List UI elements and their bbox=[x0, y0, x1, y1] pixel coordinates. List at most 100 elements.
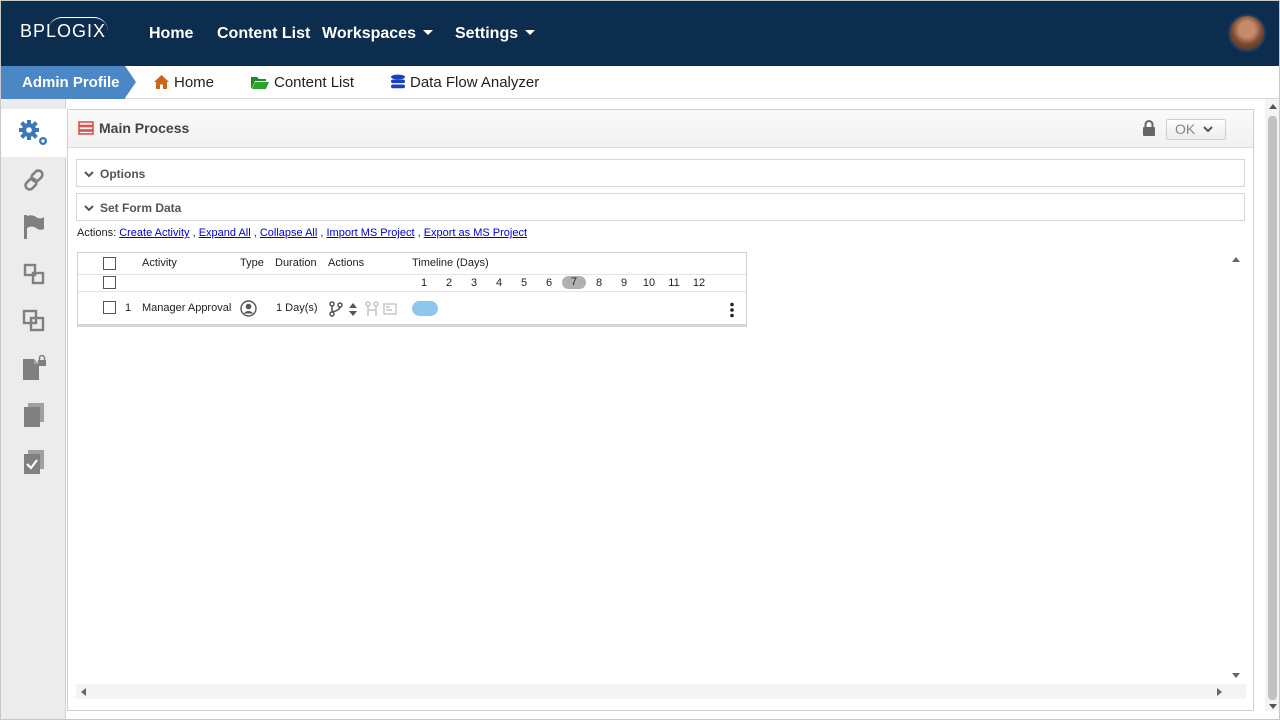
timeline-day: 6 bbox=[545, 277, 553, 289]
timeline-bar[interactable] bbox=[412, 301, 438, 316]
expand-all-link[interactable]: Expand All bbox=[199, 227, 251, 239]
import-ms-project-link[interactable]: Import MS Project bbox=[327, 227, 415, 239]
breadcrumb-home[interactable]: Home bbox=[153, 66, 214, 99]
bp-logix-logo[interactable]: BPLOGIX bbox=[20, 17, 108, 42]
header-timeline: Timeline (Days) bbox=[412, 257, 489, 269]
user-avatar[interactable] bbox=[1228, 14, 1266, 52]
lock-icon bbox=[1143, 120, 1155, 136]
timeline-day: 5 bbox=[520, 277, 528, 289]
header-duration: Duration bbox=[275, 257, 317, 269]
flag-icon bbox=[23, 215, 44, 239]
form-card-icon[interactable] bbox=[383, 303, 397, 315]
app-window: BPLOGIX Home Content List Workspaces Set… bbox=[0, 0, 1280, 720]
header-activity: Activity bbox=[142, 257, 177, 269]
chevron-down-icon bbox=[84, 171, 94, 178]
scroll-left-arrow-icon[interactable] bbox=[80, 687, 87, 697]
timeline-day: 1 bbox=[420, 277, 428, 289]
activity-duration: 1 Day(s) bbox=[276, 302, 318, 314]
page-scroll-down-icon[interactable] bbox=[1268, 703, 1278, 710]
create-activity-link[interactable]: Create Activity bbox=[119, 227, 189, 239]
row-number: 1 bbox=[125, 302, 132, 314]
checked-document-icon bbox=[23, 450, 44, 474]
nav-content-list[interactable]: Content List bbox=[217, 25, 310, 43]
move-up-down-icon[interactable] bbox=[348, 302, 358, 317]
options-section[interactable]: Options bbox=[76, 159, 1245, 187]
timeline-day: 11 bbox=[668, 277, 680, 289]
copy-squares-icon bbox=[22, 309, 44, 332]
folder-open-icon bbox=[251, 77, 269, 89]
documents-icon bbox=[23, 403, 44, 427]
timeline-day: 7 bbox=[562, 276, 586, 289]
panel-header: Main Process OK bbox=[68, 110, 1253, 148]
breadcrumb-admin-profile-label: Admin Profile bbox=[22, 74, 120, 91]
home-icon bbox=[154, 75, 169, 89]
timeline-day: 8 bbox=[595, 277, 603, 289]
breadcrumb-content-list-label: Content List bbox=[274, 74, 355, 91]
branch-icon[interactable] bbox=[329, 301, 343, 317]
scroll-right-arrow-icon[interactable] bbox=[1216, 687, 1223, 697]
locked-document-icon bbox=[22, 355, 46, 380]
main-process-panel: Main Process OK Options Set Form Data Ac… bbox=[67, 109, 1254, 711]
page-vertical-scrollbar[interactable] bbox=[1265, 99, 1279, 711]
timeline-row-checkbox[interactable] bbox=[103, 276, 116, 289]
steps-icon bbox=[23, 263, 44, 285]
breadcrumb-admin-profile[interactable]: Admin Profile bbox=[1, 66, 136, 99]
connector-icon[interactable] bbox=[365, 301, 379, 317]
breadcrumb-home-label: Home bbox=[174, 74, 215, 91]
activity-grid: Activity Type Duration Actions Timeline … bbox=[77, 252, 747, 327]
sidebar-item-steps[interactable] bbox=[1, 250, 66, 298]
timeline-divider bbox=[78, 291, 746, 292]
caret-down-icon bbox=[422, 30, 433, 35]
sidebar-item-approvals[interactable] bbox=[1, 438, 66, 486]
panel-title: Main Process bbox=[99, 120, 190, 136]
sidebar-item-copies[interactable] bbox=[1, 297, 66, 345]
actions-line: Actions: Create Activity , Expand All , … bbox=[77, 227, 528, 239]
sidebar-item-documents[interactable] bbox=[1, 391, 66, 439]
set-form-data-section-label: Set Form Data bbox=[100, 201, 182, 215]
set-form-data-section[interactable]: Set Form Data bbox=[76, 193, 1245, 221]
chevron-down-icon bbox=[84, 205, 94, 212]
nav-workspaces[interactable]: Workspaces bbox=[322, 25, 433, 43]
nav-workspaces-label: Workspaces bbox=[322, 25, 416, 42]
chevron-down-icon bbox=[1203, 126, 1213, 133]
breadcrumb-data-flow-analyzer-label: Data Flow Analyzer bbox=[410, 74, 540, 91]
link-icon bbox=[23, 169, 44, 191]
row-checkbox[interactable] bbox=[103, 301, 116, 314]
header-actions: Actions bbox=[328, 257, 365, 269]
timeline-day: 9 bbox=[620, 277, 628, 289]
sidebar-item-links[interactable] bbox=[1, 156, 66, 204]
nav-content-list-label: Content List bbox=[217, 25, 311, 42]
scroll-down-arrow-icon[interactable] bbox=[1231, 672, 1241, 679]
ok-button[interactable]: OK bbox=[1166, 119, 1226, 140]
user-task-icon bbox=[240, 300, 257, 317]
sidebar-item-flags[interactable] bbox=[1, 203, 66, 251]
page-scroll-up-icon[interactable] bbox=[1268, 103, 1278, 110]
page-scroll-thumb[interactable] bbox=[1268, 116, 1277, 700]
export-ms-project-link[interactable]: Export as MS Project bbox=[424, 227, 527, 239]
header-type: Type bbox=[240, 257, 264, 269]
caret-down-icon bbox=[525, 30, 536, 35]
nav-home[interactable]: Home bbox=[149, 25, 193, 43]
options-section-label: Options bbox=[100, 167, 146, 181]
more-vertical-icon[interactable] bbox=[729, 302, 735, 318]
ok-button-label: OK bbox=[1175, 121, 1196, 137]
nav-home-label: Home bbox=[149, 25, 194, 42]
horizontal-scrollbar[interactable] bbox=[76, 684, 1246, 699]
timeline-day: 10 bbox=[642, 277, 656, 289]
scroll-up-arrow-icon[interactable] bbox=[1231, 256, 1241, 263]
activity-name[interactable]: Manager Approval bbox=[142, 302, 231, 314]
collapse-all-link[interactable]: Collapse All bbox=[260, 227, 317, 239]
breadcrumb-content-list[interactable]: Content List bbox=[250, 66, 354, 99]
database-icon bbox=[391, 74, 405, 89]
nav-settings-label: Settings bbox=[455, 25, 519, 42]
nav-settings[interactable]: Settings bbox=[455, 25, 536, 43]
breadcrumb-data-flow-analyzer[interactable]: Data Flow Analyzer bbox=[390, 66, 539, 99]
sidebar-item-settings[interactable] bbox=[1, 109, 66, 157]
select-all-checkbox[interactable] bbox=[103, 257, 116, 270]
timeline-day: 12 bbox=[692, 277, 706, 289]
process-icon bbox=[78, 121, 94, 135]
breadcrumb: Admin Profile Home Content List Data Flo… bbox=[1, 66, 1279, 99]
timeline-day: 3 bbox=[470, 277, 478, 289]
sidebar-item-locked-docs[interactable] bbox=[1, 344, 66, 392]
timeline-day: 4 bbox=[495, 277, 503, 289]
